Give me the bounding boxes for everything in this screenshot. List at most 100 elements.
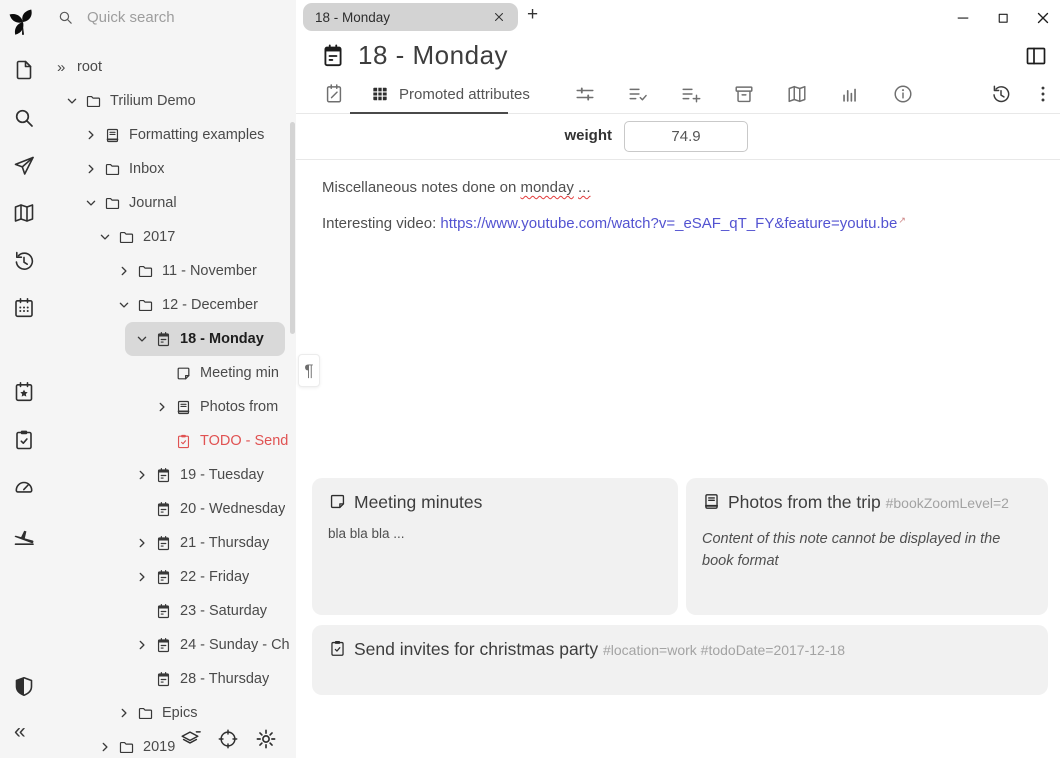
note-info-icon[interactable]: [892, 83, 914, 105]
weight-input[interactable]: [624, 121, 748, 152]
chevron-right-icon[interactable]: [84, 161, 104, 177]
tree-item-28-thursday[interactable]: 28 - Thursday: [48, 662, 296, 696]
tree-item-11-november[interactable]: 11 - November: [48, 254, 296, 288]
tree-item-24-sunday[interactable]: 24 - Sunday - Ch: [48, 628, 296, 662]
task-list-icon[interactable]: [12, 428, 36, 452]
revisions-history-icon[interactable]: [990, 83, 1012, 105]
note-icon: [328, 492, 347, 511]
tree-item-12-december[interactable]: 12 - December: [48, 288, 296, 322]
right-pane-toggle-icon[interactable]: [1024, 44, 1048, 68]
folder-icon: [137, 297, 154, 314]
tree-item-journal[interactable]: Journal: [48, 186, 296, 220]
book-icon: [104, 127, 121, 144]
tree-item-inbox[interactable]: Inbox: [48, 152, 296, 186]
calendar-star-icon[interactable]: [12, 380, 36, 404]
close-icon[interactable]: [492, 10, 506, 24]
card-title[interactable]: Send invites for christmas party #locati…: [328, 638, 1032, 661]
owned-attributes-icon[interactable]: [627, 83, 649, 105]
tab-18-monday[interactable]: 18 - Monday: [303, 3, 518, 31]
chevron-down-icon[interactable]: [98, 229, 118, 245]
day-note-icon: [155, 637, 172, 654]
chevron-right-icon[interactable]: [98, 739, 118, 755]
tree-item-trilium-demo[interactable]: Trilium Demo: [48, 84, 296, 118]
new-note-icon[interactable]: [12, 58, 36, 82]
window-close-icon[interactable]: [1031, 8, 1055, 28]
chevron-down-icon[interactable]: [65, 93, 85, 109]
note-map-icon[interactable]: [12, 201, 36, 225]
book-card-photos-from-trip[interactable]: Photos from the trip #bookZoomLevel=2 Co…: [686, 478, 1048, 615]
folder-icon: [85, 93, 102, 110]
tree-item-20-wednesday[interactable]: 20 - Wednesday: [48, 492, 296, 526]
note-title[interactable]: 18 - Monday: [358, 40, 508, 71]
card-body: Content of this note cannot be displayed…: [702, 528, 1032, 573]
day-note-icon: [155, 535, 172, 552]
day-note-icon: [155, 467, 172, 484]
edited-notes-icon[interactable]: [323, 83, 345, 105]
recent-changes-icon[interactable]: [12, 249, 36, 273]
more-menu-kebab-icon[interactable]: [1032, 83, 1054, 105]
collapse-tree-icon[interactable]: «: [14, 721, 26, 742]
tree-item-epics[interactable]: Epics: [48, 696, 296, 730]
tree-item-21-thursday[interactable]: 21 - Thursday: [48, 526, 296, 560]
note-editor[interactable]: Miscellaneous notes done on monday ... I…: [296, 161, 1060, 461]
card-attributes: #bookZoomLevel=2: [886, 495, 1009, 511]
chevron-right-icon[interactable]: [135, 467, 155, 483]
book-card-meeting-minutes[interactable]: Meeting minutes bla bla bla ...: [312, 478, 678, 615]
quick-search-placeholder: Quick search: [87, 9, 175, 26]
card-title[interactable]: Meeting minutes: [328, 491, 662, 514]
gauge-icon[interactable]: [12, 475, 36, 499]
window-minimize-icon[interactable]: [951, 8, 975, 28]
chevron-right-icon[interactable]: [135, 535, 155, 551]
task-check-icon: [175, 433, 192, 450]
tree-item-todo-send-invites[interactable]: TODO - Send: [48, 424, 296, 458]
gear-icon[interactable]: [255, 728, 277, 750]
tree-item-photos-from-trip[interactable]: Photos from: [48, 390, 296, 424]
note-paths-icon[interactable]: [733, 83, 755, 105]
day-note-icon: [155, 331, 172, 348]
tree-item-19-tuesday[interactable]: 19 - Tuesday: [48, 458, 296, 492]
plane-landing-icon[interactable]: [12, 524, 36, 548]
similar-notes-chart-icon[interactable]: [839, 83, 861, 105]
tree-item-formatting-examples[interactable]: Formatting examples: [48, 118, 296, 152]
inherited-attributes-icon[interactable]: [680, 83, 702, 105]
chevron-down-icon[interactable]: [135, 331, 155, 347]
window-maximize-icon[interactable]: [991, 8, 1015, 28]
tab-promoted-attributes[interactable]: Promoted attributes: [370, 74, 530, 114]
calendar-icon[interactable]: [12, 296, 36, 320]
card-body: bla bla bla ...: [328, 526, 662, 541]
chevron-right-icon[interactable]: [135, 637, 155, 653]
tree-item-meeting-minutes[interactable]: Meeting min: [48, 356, 296, 390]
tree-item-root[interactable]: » root: [48, 50, 296, 84]
tree-scrollbar[interactable]: [290, 122, 295, 334]
note-map-icon[interactable]: [786, 83, 808, 105]
promoted-attributes-row: weight: [296, 114, 1060, 160]
chevron-down-icon[interactable]: [117, 297, 137, 313]
tree-item-18-monday[interactable]: 18 - Monday: [125, 322, 285, 356]
block-handle-pilcrow[interactable]: ¶: [298, 354, 320, 387]
tree-item-22-friday[interactable]: 22 - Friday: [48, 560, 296, 594]
chevron-right-icon[interactable]: [155, 399, 175, 415]
external-link-icon: ↗: [898, 215, 906, 225]
chevron-down-icon[interactable]: [84, 195, 104, 211]
folder-icon: [137, 705, 154, 722]
search-icon[interactable]: [12, 106, 36, 130]
card-title[interactable]: Photos from the trip #bookZoomLevel=2: [702, 491, 1032, 514]
chevron-right-icon[interactable]: [117, 263, 137, 279]
tree-item-23-saturday[interactable]: 23 - Saturday: [48, 594, 296, 628]
jump-to-note-icon[interactable]: [12, 154, 36, 178]
tree-item-2017[interactable]: 2017: [48, 220, 296, 254]
double-chevron-icon[interactable]: »: [57, 59, 77, 75]
quick-search[interactable]: Quick search: [57, 9, 175, 26]
youtube-link[interactable]: https://www.youtube.com/watch?v=_eSAF_qT…: [440, 215, 897, 232]
chevron-right-icon[interactable]: [117, 705, 137, 721]
chevron-right-icon[interactable]: [135, 569, 155, 585]
expander-spacer: [155, 433, 175, 449]
new-tab-button[interactable]: +: [527, 4, 538, 26]
protected-session-shield-icon[interactable]: [12, 675, 36, 699]
layers-icon[interactable]: [179, 728, 201, 750]
target-icon[interactable]: [217, 728, 239, 750]
folder-icon: [118, 739, 135, 756]
basic-properties-icon[interactable]: [574, 83, 596, 105]
chevron-right-icon[interactable]: [84, 127, 104, 143]
book-card-send-invites[interactable]: Send invites for christmas party #locati…: [312, 625, 1048, 695]
